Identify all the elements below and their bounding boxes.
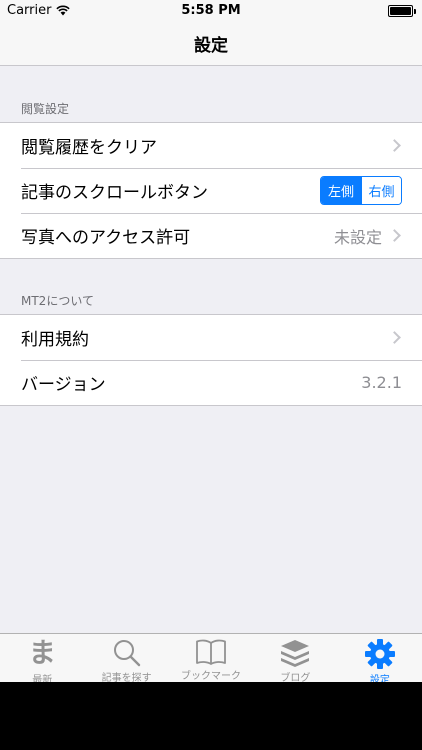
battery-icon [388,5,416,17]
ma-icon: ま [28,638,56,669]
page-title: 設定 [194,36,228,56]
navigation-bar: 設定 [0,22,422,66]
browsing-settings-group: 閲覧履歴をクリア 記事のスクロールボタン 左側 右側 写真へのアクセス許可 未設… [0,122,422,259]
version-row: バージョン 3.2.1 [0,360,422,405]
tab-bar: ま 最新 記事を探す ブックマーク ブログ 設定 [0,633,422,682]
segment-left[interactable]: 左側 [321,177,361,204]
gear-icon [364,639,395,669]
scroll-button-position-control: 左側 右側 [320,176,402,205]
tab-bookmarks-label: ブックマーク [181,671,242,682]
version-label: バージョン [21,375,106,395]
scroll-button-row: 記事のスクロールボタン 左側 右側 [0,168,422,213]
tab-search-articles-label: 記事を探す [101,673,152,682]
tab-blog[interactable]: ブログ [253,634,337,682]
app-screen: Carrier 5:58 PM 設定 閲覧設定 閲覧履歴をクリア 記事のスクロー… [0,0,422,682]
terms-of-use-row[interactable]: 利用規約 [0,315,422,360]
status-bar: Carrier 5:58 PM [0,0,422,22]
tab-settings[interactable]: 設定 [338,634,422,682]
tab-latest[interactable]: ま 最新 [0,634,84,682]
section-header-about: MT2について [21,294,94,308]
segment-right[interactable]: 右側 [361,177,401,204]
tab-latest-label: 最新 [32,675,53,682]
clear-history-label: 閲覧履歴をクリア [21,138,157,158]
photo-access-row[interactable]: 写真へのアクセス許可 未設定 [0,213,422,258]
clear-history-row[interactable]: 閲覧履歴をクリア [0,123,422,168]
about-group: 利用規約 バージョン 3.2.1 [0,314,422,406]
tab-blog-label: ブログ [280,673,311,682]
version-value: 3.2.1 [361,373,402,392]
stack-icon [281,640,310,667]
clock: 5:58 PM [181,3,241,18]
section-header-browsing: 閲覧設定 [21,102,70,116]
tab-settings-label: 設定 [369,675,390,682]
photo-access-label: 写真へのアクセス許可 [21,228,191,248]
photo-access-status: 未設定 [333,227,382,247]
tab-bookmarks[interactable]: ブックマーク [169,634,253,682]
scroll-button-label: 記事のスクロールボタン [21,183,208,203]
terms-of-use-label: 利用規約 [21,330,89,350]
book-icon [196,639,226,665]
chevron-right-icon [388,139,401,152]
search-icon [113,640,140,667]
chevron-right-icon [388,229,401,242]
tab-search-articles[interactable]: 記事を探す [84,634,168,682]
chevron-right-icon [388,331,401,344]
